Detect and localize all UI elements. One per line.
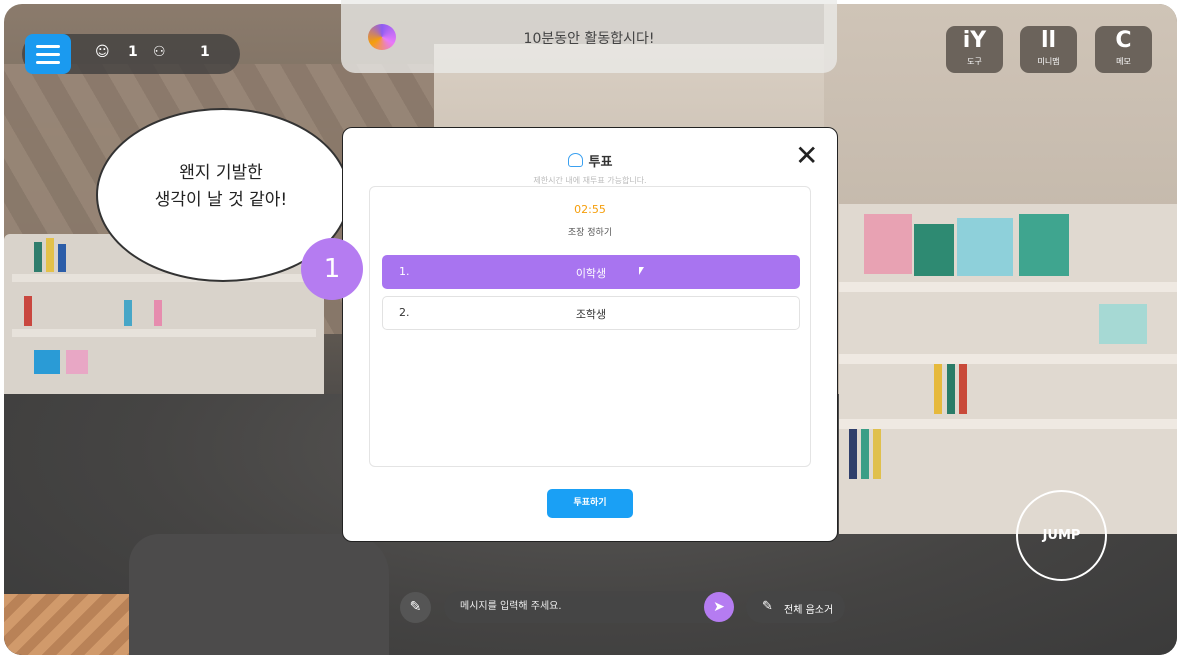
chat-input[interactable]	[458, 600, 692, 613]
step-number-badge: 1	[301, 238, 363, 300]
memo-icon: C	[1115, 28, 1132, 53]
vote-panel: 02:55 조장 정하기 1. 이학생 2. 조학생	[369, 186, 811, 467]
modal-title: 투표	[343, 151, 837, 170]
minimap-label: 미니맵	[1037, 57, 1060, 66]
banner-message: 10분동안 활동합시다!	[523, 31, 655, 47]
activity-banner: 10분동안 활동합시다!	[341, 0, 837, 73]
vote-modal: 투표 ✕ 제한시간 내에 재투표 가능합니다. 02:55 조장 정하기 1. …	[342, 127, 838, 542]
group-count: 1	[200, 44, 210, 60]
bookshelf-right	[839, 204, 1177, 534]
minimap-button[interactable]: ll 미니맵	[1020, 26, 1077, 73]
memo-button[interactable]: C 메모	[1095, 26, 1152, 73]
option-label: 이학생	[575, 267, 607, 280]
vote-question: 조장 정하기	[567, 228, 613, 238]
vote-option-2[interactable]: 2. 조학생	[382, 296, 800, 330]
menu-icon-bar	[36, 60, 60, 64]
jump-button[interactable]: JUMP	[1016, 490, 1107, 581]
user-count: 1	[128, 44, 138, 60]
menu-icon-bar	[36, 52, 60, 56]
user-icon: ☺	[95, 44, 110, 60]
memo-label: 메모	[1116, 57, 1131, 66]
speech-bubble-text: 왠지 기발한 생각이 날 것 같아!	[96, 160, 346, 214]
group-icon: ⚇	[153, 44, 166, 60]
mouse-cursor-icon	[639, 267, 644, 275]
minimap-icon: ll	[1040, 28, 1057, 53]
speech-line-2: 생각이 날 것 같아!	[154, 190, 288, 210]
mute-icon: ✎	[762, 599, 773, 614]
scene-chair	[129, 534, 389, 655]
tool-label: 도구	[967, 57, 982, 66]
speech-line-1: 왠지 기발한	[179, 163, 263, 183]
mute-all-label: 전체 음소거	[784, 605, 834, 616]
vote-option-1[interactable]: 1. 이학생	[382, 255, 800, 289]
close-icon[interactable]: ✕	[795, 142, 818, 170]
menu-button[interactable]	[25, 34, 71, 74]
mute-all-button[interactable]: ✎ 전체 음소거	[746, 591, 845, 623]
modal-title-text: 투표	[588, 155, 613, 170]
menu-icon-bar	[36, 44, 60, 48]
mic-mute-icon[interactable]: ✎	[400, 592, 431, 623]
vote-icon	[567, 153, 583, 167]
modal-subtitle: 제한시간 내에 재투표 가능합니다.	[533, 176, 647, 185]
chat-bar: ➤	[444, 591, 734, 623]
tool-button[interactable]: iY 도구	[946, 26, 1003, 73]
vote-timer: 02:55	[574, 203, 606, 216]
tools-icon: iY	[962, 28, 987, 53]
send-icon[interactable]: ➤	[704, 592, 734, 622]
option-label: 조학생	[575, 308, 607, 321]
submit-vote-button[interactable]: 투표하기	[547, 489, 633, 518]
